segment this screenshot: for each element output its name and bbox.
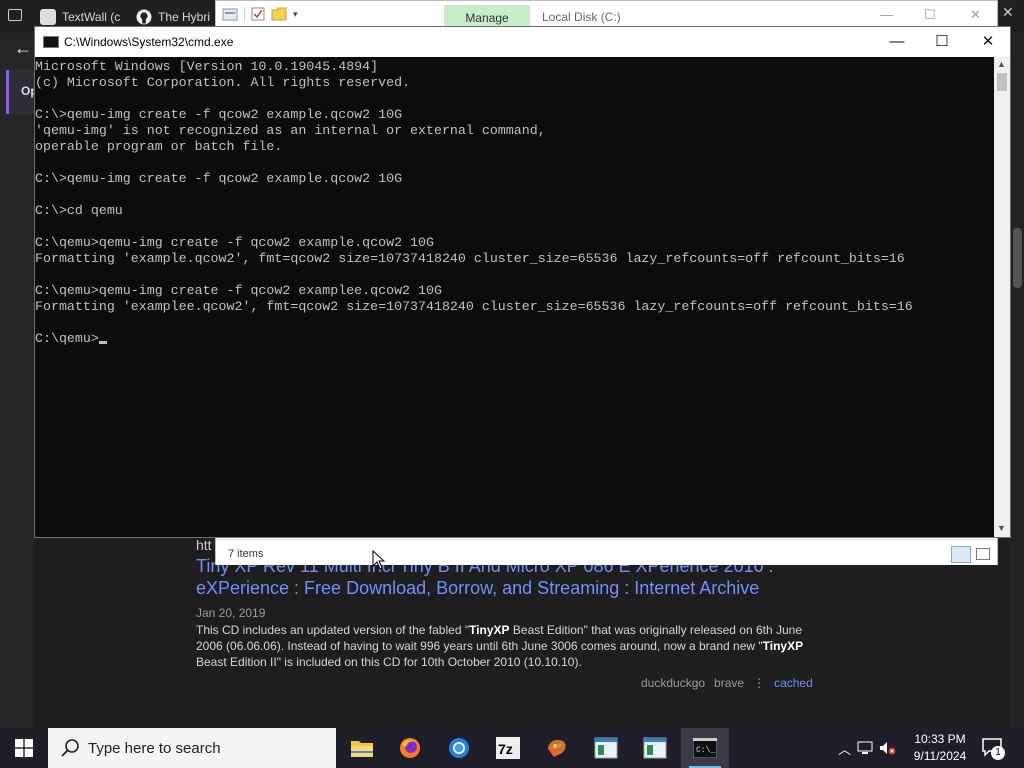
snippet-text: Beast Edition II" is included on this CD… bbox=[196, 655, 582, 669]
taskbar-window-app-1[interactable] bbox=[582, 728, 630, 768]
mouse-pointer-icon bbox=[372, 550, 386, 570]
chrome-icon bbox=[449, 738, 469, 758]
taskbar-clock[interactable]: 10:33 PM 9/11/2024 bbox=[900, 731, 980, 765]
console-line: operable program or batch file. bbox=[35, 139, 283, 154]
taskbar: Type here to search 7z C:\_ ︿ 10:33 PM 9… bbox=[0, 728, 1024, 768]
explorer-status-bar: 7 items bbox=[216, 539, 997, 565]
console-line: Microsoft Windows [Version 10.0.19045.48… bbox=[35, 59, 379, 74]
console-line: C:\>qemu-img create -f qcow2 example.qco… bbox=[35, 171, 403, 186]
explorer-title: Local Disk (C:) bbox=[542, 10, 621, 24]
taskbar-chrome[interactable] bbox=[435, 728, 483, 768]
console-scrollbar[interactable]: ▲ ▼ bbox=[994, 57, 1010, 537]
taskbar-search-box[interactable]: Type here to search bbox=[48, 728, 336, 768]
cmd-window: C:\Windows\System32\cmd.exe — ☐ ✕ Micros… bbox=[34, 26, 1011, 538]
close-icon[interactable]: ✕ bbox=[965, 31, 1011, 53]
properties-icon[interactable] bbox=[251, 7, 265, 21]
volume-muted-icon[interactable] bbox=[879, 741, 897, 755]
console-line: 'qemu-img' is not recognized as an inter… bbox=[35, 123, 546, 138]
window-app-icon bbox=[643, 737, 667, 759]
item-count: 7 items bbox=[228, 548, 264, 560]
console-line: C:\>cd qemu bbox=[35, 203, 123, 218]
browser-scrollbar-thumb[interactable] bbox=[1013, 228, 1022, 288]
result-source[interactable]: brave bbox=[714, 676, 744, 690]
clock-time: 10:33 PM bbox=[914, 732, 966, 746]
cached-link[interactable]: cached bbox=[774, 676, 813, 690]
cmd-app-icon[interactable] bbox=[43, 36, 59, 48]
back-arrow-icon[interactable]: ← bbox=[14, 38, 32, 59]
search-placeholder: Type here to search bbox=[88, 739, 221, 757]
system-tray: ︿ bbox=[838, 728, 897, 768]
console-line: C:\qemu>qemu-img create -f qcow2 example… bbox=[35, 283, 442, 298]
taskbar-firefox[interactable] bbox=[386, 728, 434, 768]
firefox-icon bbox=[400, 738, 420, 758]
search-icon bbox=[61, 739, 79, 757]
explorer-app-icon bbox=[222, 8, 238, 21]
snippet-highlight: TinyXP bbox=[762, 639, 804, 653]
window-app-icon bbox=[594, 737, 618, 759]
large-icons-view-icon[interactable] bbox=[976, 548, 990, 560]
details-view-icon[interactable] bbox=[951, 546, 971, 563]
browser-tab-label: The Hybri bbox=[158, 10, 211, 24]
taskbar-7zip[interactable]: 7z bbox=[484, 728, 532, 768]
7zip-icon: 7z bbox=[496, 737, 520, 759]
start-button[interactable] bbox=[0, 728, 48, 768]
console-line: C:\qemu> bbox=[35, 331, 993, 347]
file-explorer-icon bbox=[351, 741, 373, 757]
minimize-icon[interactable]: — bbox=[874, 31, 920, 53]
notification-count-badge: 1 bbox=[991, 746, 1005, 760]
browser-scrollbar[interactable]: ▼ bbox=[1010, 33, 1024, 753]
quick-access-toolbar: ▾ bbox=[222, 7, 298, 21]
console-line: C:\qemu>qemu-img create -f qcow2 example… bbox=[35, 235, 434, 250]
svg-text:C:\_: C:\_ bbox=[696, 746, 715, 755]
clock-date: 9/11/2024 bbox=[913, 749, 967, 763]
more-dots-icon[interactable]: ⋮ bbox=[753, 676, 765, 690]
browser-tab-label: TextWall (c bbox=[62, 10, 121, 24]
minimize-icon[interactable]: — bbox=[880, 7, 893, 22]
taskbar-file-explorer[interactable] bbox=[338, 728, 386, 768]
console-output[interactable]: Microsoft Windows [Version 10.0.19045.48… bbox=[35, 57, 993, 537]
maximize-icon[interactable]: ☐ bbox=[924, 7, 936, 23]
show-hidden-icons-icon[interactable]: ︿ bbox=[838, 739, 851, 758]
new-folder-icon[interactable] bbox=[271, 7, 287, 21]
textwall-favicon-icon bbox=[40, 9, 56, 25]
snippet-text: This CD includes an updated version of t… bbox=[196, 623, 470, 637]
scroll-down-arrow-icon[interactable]: ▼ bbox=[997, 523, 1006, 533]
taskbar-window-app-2[interactable] bbox=[631, 728, 679, 768]
paint-icon bbox=[548, 739, 566, 757]
cmd-titlebar[interactable]: C:\Windows\System32\cmd.exe — ☐ ✕ bbox=[35, 27, 1010, 57]
browser-side-tab[interactable]: Op bbox=[6, 70, 38, 114]
customize-toolbar-icon[interactable]: ▾ bbox=[293, 9, 298, 20]
scroll-up-arrow-icon[interactable]: ▲ bbox=[997, 59, 1006, 69]
browser-close-icon[interactable]: ✕ bbox=[1002, 4, 1014, 21]
result-source[interactable]: duckduckgo bbox=[641, 676, 705, 690]
result-meta: duckduckgo brave ⋮ cached bbox=[641, 676, 813, 690]
github-icon bbox=[136, 9, 152, 25]
console-scrollbar-thumb[interactable] bbox=[997, 73, 1007, 91]
result-snippet: This CD includes an updated version of t… bbox=[196, 622, 816, 670]
windows-logo-icon bbox=[15, 739, 33, 757]
cmd-title: C:\Windows\System32\cmd.exe bbox=[64, 35, 234, 49]
maximize-icon[interactable]: ☐ bbox=[919, 31, 965, 53]
text-cursor bbox=[98, 341, 107, 344]
close-icon[interactable]: ✕ bbox=[970, 7, 981, 23]
browser-tab-list-icon[interactable] bbox=[8, 9, 22, 21]
result-date: Jan 20, 2019 bbox=[196, 606, 266, 620]
snippet-highlight: TinyXP bbox=[469, 623, 510, 637]
taskbar-paint[interactable] bbox=[533, 728, 581, 768]
console-line: C:\>qemu-img create -f qcow2 example.qco… bbox=[35, 107, 403, 122]
console-line: Formatting 'example.qcow2', fmt=qcow2 si… bbox=[35, 251, 905, 266]
console-line: (c) Microsoft Corporation. All rights re… bbox=[35, 75, 411, 90]
taskbar-cmd[interactable]: C:\_ bbox=[681, 728, 729, 768]
console-line: Formatting 'examplee.qcow2', fmt=qcow2 s… bbox=[35, 299, 913, 314]
browser-sidebar bbox=[0, 33, 34, 728]
svg-text:7z: 7z bbox=[498, 741, 513, 757]
network-icon[interactable] bbox=[857, 741, 873, 755]
cmd-icon: C:\_ bbox=[693, 738, 717, 758]
